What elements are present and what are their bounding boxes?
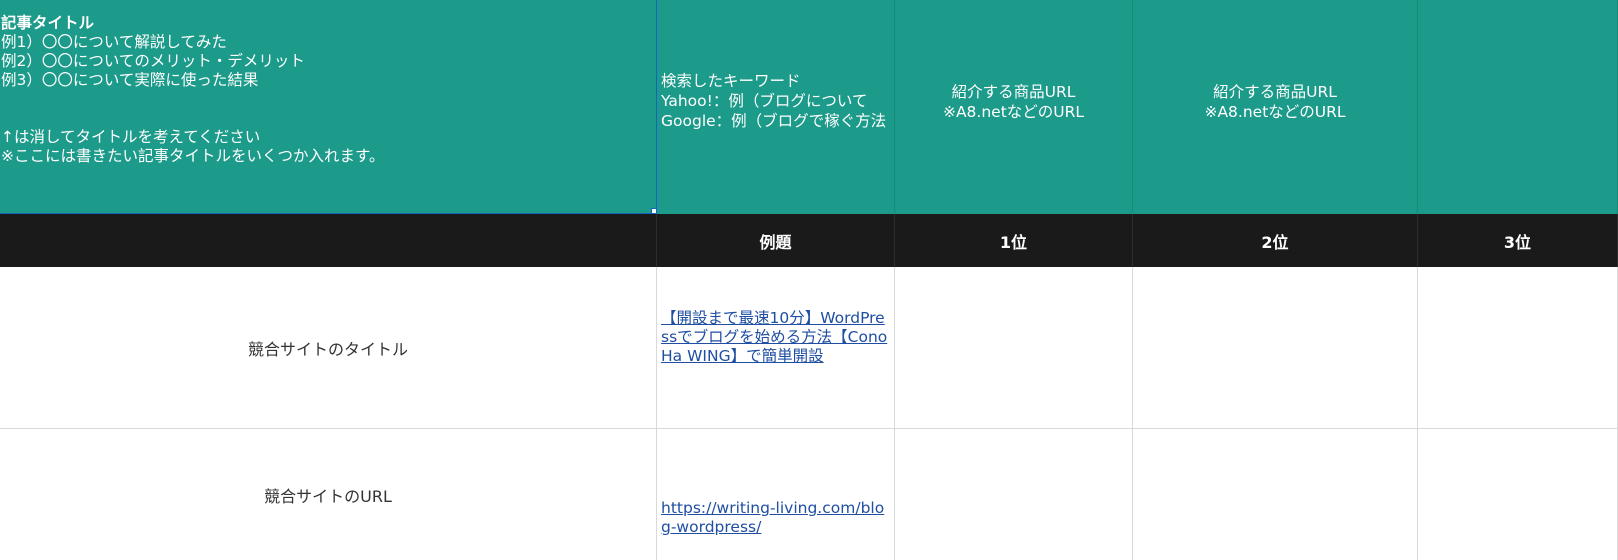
- rank-row: 例題 1位 2位 3位: [0, 214, 1618, 267]
- table-row: 競合サイトのタイトル 【開設まで最速10分】WordPressでブログを始める方…: [0, 267, 1618, 429]
- competitor-url-example-cell[interactable]: https://writing-living.com/blog-wordpres…: [657, 429, 895, 560]
- product-url-note: ※A8.netなどのURL: [1204, 103, 1346, 121]
- header-row: 記事タイトル 例1）〇〇について解説してみた 例2）〇〇についてのメリット・デメ…: [0, 0, 1618, 214]
- title-example-3: 例3）〇〇について実際に使った結果: [1, 71, 259, 89]
- rank-empty-cell[interactable]: [0, 214, 657, 267]
- rank-cell-1[interactable]: 1位: [895, 214, 1133, 267]
- title-example-1: 例1）〇〇について解説してみた: [1, 33, 227, 51]
- empty-header-cell[interactable]: [1418, 0, 1618, 214]
- competitor-title-rank1-cell[interactable]: [895, 267, 1133, 428]
- keyword-google: Google：例（ブログで稼ぐ方法: [661, 112, 887, 130]
- rank-label: 1位: [999, 232, 1028, 252]
- keyword-heading: 検索したキーワード: [661, 72, 801, 90]
- row-label: 競合サイトのタイトル: [247, 339, 408, 359]
- competitor-url-label-cell[interactable]: 競合サイトのURL: [0, 429, 657, 560]
- keyword-cell[interactable]: 検索したキーワード Yahoo!：例（ブログについて Google：例（ブログで…: [657, 0, 895, 214]
- competitor-title-rank2-cell[interactable]: [1133, 267, 1418, 428]
- rank-label: 2位: [1261, 232, 1289, 252]
- article-title-heading: 記事タイトル: [1, 14, 95, 32]
- product-url-label: 紹介する商品URL: [951, 83, 1076, 101]
- spreadsheet-grid: 記事タイトル 例1）〇〇について解説してみた 例2）〇〇についてのメリット・デメ…: [0, 0, 1618, 560]
- rank-cell-3[interactable]: 3位: [1418, 214, 1618, 267]
- keyword-yahoo: Yahoo!：例（ブログについて: [661, 92, 868, 110]
- product-url-cell-1[interactable]: 紹介する商品URL ※A8.netなどのURL: [895, 0, 1133, 214]
- title-example-2: 例2）〇〇についてのメリット・デメリット: [1, 52, 305, 70]
- competitor-url-rank2-cell[interactable]: [1133, 429, 1418, 560]
- table-row: 競合サイトのURL https://writing-living.com/blo…: [0, 429, 1618, 560]
- rank-cell-example[interactable]: 例題: [657, 214, 895, 267]
- competitor-title-example-cell[interactable]: 【開設まで最速10分】WordPressでブログを始める方法【ConoHa WI…: [657, 267, 895, 428]
- article-title-cell[interactable]: 記事タイトル 例1）〇〇について解説してみた 例2）〇〇についてのメリット・デメ…: [0, 0, 657, 214]
- rank-cell-2[interactable]: 2位: [1133, 214, 1418, 267]
- competitor-url-link[interactable]: https://writing-living.com/blog-wordpres…: [657, 499, 894, 537]
- title-note-1: ↑は消してタイトルを考えてください: [1, 128, 261, 146]
- competitor-title-label-cell[interactable]: 競合サイトのタイトル: [0, 267, 657, 428]
- rank-label: 例題: [759, 232, 792, 252]
- row-label: 競合サイトのURL: [264, 486, 392, 506]
- competitor-url-rank1-cell[interactable]: [895, 429, 1133, 560]
- rank-label: 3位: [1503, 232, 1532, 252]
- product-url-label: 紹介する商品URL: [1213, 83, 1337, 101]
- product-url-note: ※A8.netなどのURL: [942, 103, 1085, 121]
- title-note-2: ※ここには書きたい記事タイトルをいくつか入れます。: [1, 147, 385, 165]
- competitor-title-link[interactable]: 【開設まで最速10分】WordPressでブログを始める方法【ConoHa WI…: [657, 309, 894, 366]
- article-title-content: 記事タイトル 例1）〇〇について解説してみた 例2）〇〇についてのメリット・デメ…: [0, 0, 656, 166]
- product-url-cell-2[interactable]: 紹介する商品URL ※A8.netなどのURL: [1133, 0, 1418, 214]
- competitor-title-rank3-cell[interactable]: [1418, 267, 1618, 428]
- competitor-url-rank3-cell[interactable]: [1418, 429, 1618, 560]
